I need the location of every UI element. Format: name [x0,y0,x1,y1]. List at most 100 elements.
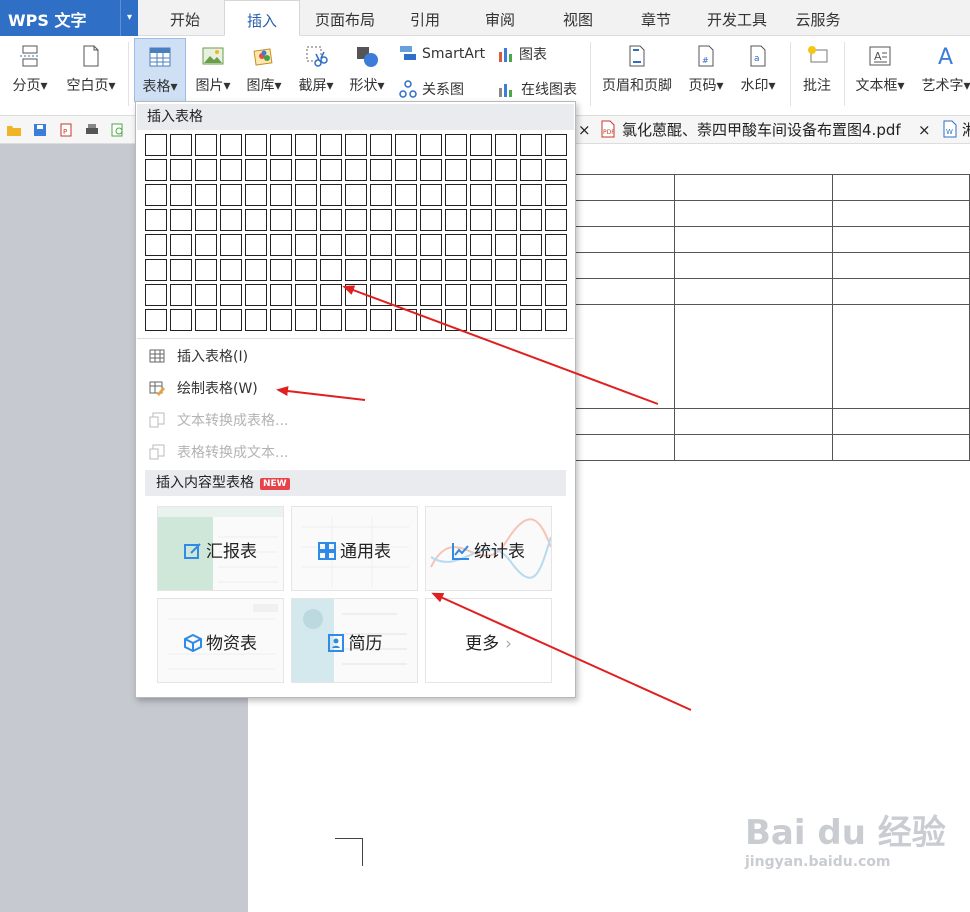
grid-cell[interactable] [320,134,342,156]
grid-cell[interactable] [370,284,392,306]
close-tab-icon[interactable]: × [578,117,591,143]
textbox-button[interactable]: A 文本框▾ [850,44,910,95]
grid-cell[interactable] [545,184,567,206]
grid-cell[interactable] [345,284,367,306]
grid-cell[interactable] [495,159,517,181]
grid-cell[interactable] [220,284,242,306]
grid-cell[interactable] [270,184,292,206]
grid-cell[interactable] [370,134,392,156]
grid-cell[interactable] [520,209,542,231]
grid-cell[interactable] [445,309,467,331]
grid-cell[interactable] [470,309,492,331]
grid-cell[interactable] [245,284,267,306]
grid-cell[interactable] [245,259,267,281]
grid-cell[interactable] [245,234,267,256]
grid-cell[interactable] [395,209,417,231]
grid-cell[interactable] [145,234,167,256]
grid-cell[interactable] [145,209,167,231]
grid-cell[interactable] [420,209,442,231]
grid-cell[interactable] [370,234,392,256]
grid-cell[interactable] [545,134,567,156]
grid-cell[interactable] [345,184,367,206]
grid-cell[interactable] [245,134,267,156]
grid-cell[interactable] [520,159,542,181]
blank-page-button[interactable]: 空白页▾ [60,44,122,95]
grid-cell[interactable] [495,309,517,331]
shapes-button[interactable]: 形状▾ [344,44,390,95]
grid-cell[interactable] [520,309,542,331]
grid-cell[interactable] [145,134,167,156]
grid-cell[interactable] [170,159,192,181]
grid-cell[interactable] [395,159,417,181]
save-icon[interactable] [32,122,48,138]
tab-section[interactable]: 章节 [618,0,694,36]
grid-cell[interactable] [220,134,242,156]
comment-button[interactable]: 批注 [796,44,838,95]
gallery-button[interactable]: 图库▾ [240,44,288,95]
card-material-table[interactable]: 物资表 [157,598,284,683]
grid-cell[interactable] [320,184,342,206]
grid-cell[interactable] [170,259,192,281]
grid-cell[interactable] [395,184,417,206]
grid-cell[interactable] [445,184,467,206]
close-tab-icon[interactable]: × [918,117,931,143]
grid-cell[interactable] [420,184,442,206]
grid-cell[interactable] [470,259,492,281]
grid-cell[interactable] [470,184,492,206]
grid-cell[interactable] [345,209,367,231]
tab-review[interactable]: 审阅 [462,0,538,36]
grid-cell[interactable] [145,309,167,331]
grid-cell[interactable] [470,284,492,306]
grid-cell[interactable] [245,209,267,231]
grid-cell[interactable] [245,184,267,206]
grid-cell[interactable] [370,259,392,281]
grid-cell[interactable] [220,234,242,256]
grid-cell[interactable] [345,309,367,331]
tab-view[interactable]: 视图 [540,0,616,36]
grid-cell[interactable] [220,309,242,331]
grid-cell[interactable] [295,284,317,306]
grid-cell[interactable] [295,159,317,181]
grid-cell[interactable] [270,234,292,256]
grid-cell[interactable] [495,209,517,231]
grid-cell[interactable] [270,259,292,281]
tab-home[interactable]: 开始 [148,0,222,36]
grid-cell[interactable] [420,309,442,331]
grid-cell[interactable] [420,284,442,306]
tab-insert[interactable]: 插入 [224,0,300,36]
grid-cell[interactable] [470,159,492,181]
grid-cell[interactable] [220,159,242,181]
grid-cell[interactable] [395,284,417,306]
grid-cell[interactable] [145,159,167,181]
tab-page-layout[interactable]: 页面布局 [302,0,388,36]
grid-cell[interactable] [270,209,292,231]
grid-cell[interactable] [270,159,292,181]
grid-cell[interactable] [195,134,217,156]
grid-cell[interactable] [320,209,342,231]
grid-cell[interactable] [195,159,217,181]
grid-cell[interactable] [195,234,217,256]
grid-cell[interactable] [520,284,542,306]
doc-tab-third[interactable]: W湘 [942,117,970,143]
grid-cell[interactable] [420,259,442,281]
grid-cell[interactable] [170,134,192,156]
grid-cell[interactable] [520,134,542,156]
grid-cell[interactable] [420,134,442,156]
grid-cell[interactable] [495,234,517,256]
grid-cell[interactable] [320,284,342,306]
grid-cell[interactable] [520,234,542,256]
print-preview-icon[interactable] [110,122,126,138]
grid-cell[interactable] [170,234,192,256]
grid-cell[interactable] [245,309,267,331]
grid-cell[interactable] [320,259,342,281]
grid-cell[interactable] [270,284,292,306]
menu-item-draw-table[interactable]: 绘制表格(W) [149,378,258,400]
card-statistics-table[interactable]: 统计表 [425,506,552,591]
tab-cloud[interactable]: 云服务 [780,0,856,36]
card-general-table[interactable]: 通用表 [291,506,418,591]
grid-cell[interactable] [170,284,192,306]
grid-cell[interactable] [195,284,217,306]
grid-cell[interactable] [445,209,467,231]
grid-cell[interactable] [270,309,292,331]
picture-button[interactable]: 图片▾ [190,44,236,95]
